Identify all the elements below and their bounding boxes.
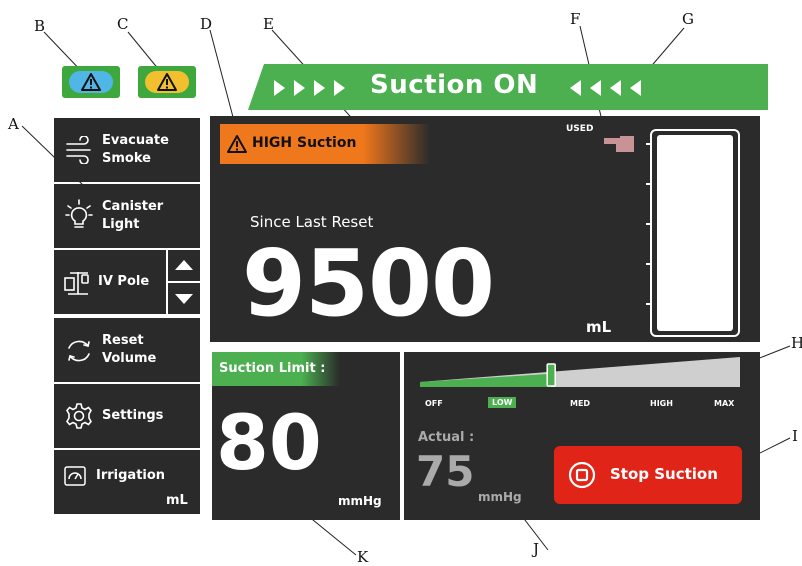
gear-icon <box>66 403 92 429</box>
canister-label-line2: Light <box>102 217 140 232</box>
arrow-down-icon <box>175 294 193 304</box>
stop-suction-label: Stop Suction <box>610 465 718 483</box>
callout-d: D <box>200 15 213 33</box>
volume-unit: mL <box>586 318 612 336</box>
warning-button-blue[interactable] <box>62 66 120 98</box>
level-slider-graphic <box>420 357 740 387</box>
warning-icon <box>157 73 177 91</box>
iv-pole-button[interactable]: IV Pole <box>54 250 166 314</box>
arrow-left-icon <box>610 80 621 96</box>
canister-label-line1: Canister <box>102 199 164 214</box>
iv-pole-icon <box>64 272 89 295</box>
warning-icon <box>227 135 247 153</box>
reset-volume-button[interactable]: Reset Volume <box>54 318 200 382</box>
arrow-right-icon <box>334 80 345 96</box>
stop-icon <box>568 461 596 489</box>
canister-fill <box>657 135 733 331</box>
irrigation-button[interactable]: Irrigation mL <box>54 450 200 514</box>
smoke-icon <box>66 136 91 164</box>
reset-icon <box>68 340 90 362</box>
callout-f: F <box>570 10 581 28</box>
level-tick-med: MED <box>570 399 591 408</box>
iv-pole-down-button[interactable] <box>168 283 200 314</box>
level-tick-max: MAX <box>714 399 735 408</box>
callout-e: E <box>263 15 274 33</box>
suction-status-banner: Suction ON <box>248 64 768 110</box>
irrigation-label: Irrigation <box>96 468 166 483</box>
arrow-right-icon <box>314 80 325 96</box>
suction-limit-header: Suction Limit : <box>212 352 340 386</box>
callout-a: A <box>8 115 19 133</box>
used-label: USED <box>566 124 594 134</box>
callout-h: H <box>791 334 802 352</box>
suction-limit-label: Suction Limit : <box>219 361 326 376</box>
irrigation-unit: mL <box>166 493 188 508</box>
callout-b: B <box>34 17 46 35</box>
callout-k: K <box>357 548 369 566</box>
arrow-left-icon <box>590 80 601 96</box>
arrow-right-icon <box>274 80 285 96</box>
suction-limit-unit: mmHg <box>338 494 382 508</box>
used-indicator <box>602 135 636 153</box>
level-tick-high: HIGH <box>650 399 673 408</box>
arrow-left-icon <box>570 80 581 96</box>
callout-i: I <box>792 427 798 445</box>
evacuate-label-line1: Evacuate <box>102 133 169 148</box>
stop-suction-button[interactable]: Stop Suction <box>554 446 742 504</box>
actual-label: Actual : <box>418 430 475 445</box>
warning-icon <box>81 73 101 91</box>
high-suction-text: HIGH Suction <box>252 135 357 151</box>
actual-unit: mmHg <box>478 490 522 504</box>
suction-status-text: Suction ON <box>370 70 539 100</box>
lightbulb-icon <box>65 199 93 228</box>
reset-label-line2: Volume <box>102 351 157 366</box>
callout-j: J <box>533 540 540 558</box>
arrow-left-icon <box>630 80 641 96</box>
level-tick-low: LOW <box>488 397 517 408</box>
suction-limit-value: 80 <box>216 398 322 487</box>
canister-gauge <box>646 129 740 337</box>
callout-g: G <box>682 10 694 28</box>
level-tick-off: OFF <box>425 399 443 408</box>
high-suction-alert: HIGH Suction <box>220 124 430 164</box>
evacuate-smoke-button[interactable]: Evacuate Smoke <box>54 118 200 182</box>
callout-c: C <box>117 15 129 33</box>
iv-pole-label: IV Pole <box>98 274 150 289</box>
suction-level-slider[interactable] <box>420 357 740 387</box>
arrow-right-icon <box>294 80 305 96</box>
settings-label: Settings <box>102 408 164 423</box>
arrow-up-icon <box>175 260 193 270</box>
settings-button[interactable]: Settings <box>54 384 200 448</box>
irrigation-gauge-icon <box>64 466 86 486</box>
actual-value: 75 <box>416 447 475 496</box>
volume-value: 9500 <box>242 230 495 337</box>
iv-pole-up-button[interactable] <box>168 250 200 281</box>
warning-button-yellow[interactable] <box>138 66 196 98</box>
canister-light-button[interactable]: Canister Light <box>54 184 200 248</box>
reset-label-line1: Reset <box>102 333 144 348</box>
evacuate-label-line2: Smoke <box>102 151 151 166</box>
